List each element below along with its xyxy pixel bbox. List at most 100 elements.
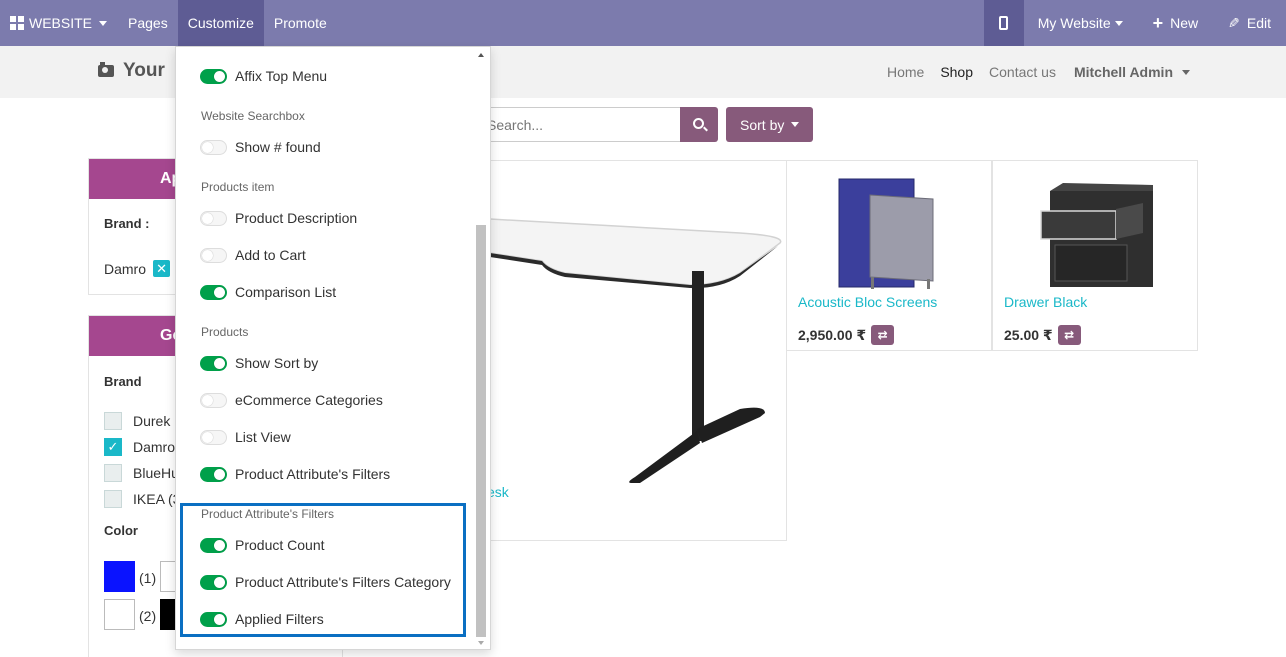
search-button[interactable] xyxy=(680,107,718,142)
option-label: Show Sort by xyxy=(235,355,319,371)
scrollbar-thumb[interactable] xyxy=(476,225,486,637)
brand-label: Durek ( xyxy=(133,413,179,429)
compare-icon[interactable]: ⇄ xyxy=(1057,325,1081,345)
product-name[interactable]: Acoustic Bloc Screens xyxy=(798,294,937,310)
nav-contact[interactable]: Contact us xyxy=(981,64,1064,80)
brand-label: IKEA (3 xyxy=(133,491,181,507)
customize-menu[interactable]: Customize xyxy=(177,0,264,46)
price-value: 2,950.00 ₹ xyxy=(798,326,867,343)
toggle-switch[interactable] xyxy=(200,574,227,590)
sort-by-button[interactable]: Sort by xyxy=(726,107,813,142)
applied-brand-label: Brand : xyxy=(104,216,150,231)
toggle-switch[interactable] xyxy=(200,537,227,553)
option-show-sort-by[interactable]: Show Sort by xyxy=(200,355,318,371)
toggle-switch[interactable] xyxy=(200,611,227,627)
product-price: 25.00 ₹ ⇄ xyxy=(1004,325,1081,345)
option-label: Show # found xyxy=(235,139,321,155)
mobile-preview-button[interactable] xyxy=(983,0,1024,46)
checkbox[interactable] xyxy=(104,490,122,508)
site-nav: Home Shop Contact us Mitchell Admin xyxy=(879,46,1190,98)
option-label: List View xyxy=(235,429,291,445)
option-label: Product Attribute's Filters Category xyxy=(235,574,451,590)
option-label: Add to Cart xyxy=(235,247,306,263)
promote-menu[interactable]: Promote xyxy=(264,0,337,46)
product-card[interactable]: Acoustic Bloc Screens 2,950.00 ₹ ⇄ xyxy=(786,160,992,351)
option-affix-top-menu[interactable]: Affix Top Menu xyxy=(200,68,327,84)
compare-icon[interactable]: ⇄ xyxy=(871,325,895,345)
brand-filter-bluehu[interactable]: BlueHu xyxy=(104,464,179,482)
checkbox-checked[interactable]: ✓ xyxy=(104,438,122,456)
toggle-switch[interactable] xyxy=(200,139,227,155)
apps-grid-icon xyxy=(10,16,24,30)
product-name[interactable]: Drawer Black xyxy=(1004,294,1087,310)
edit-button[interactable]: ✎ Edit xyxy=(1214,0,1286,46)
option-ecommerce-categories[interactable]: eCommerce Categories xyxy=(200,392,383,408)
color-swatch-white[interactable] xyxy=(104,599,135,630)
brand-filter-damro[interactable]: ✓ Damro xyxy=(104,438,175,456)
product-card[interactable]: esk xyxy=(487,160,787,541)
scroll-up-arrow-icon[interactable] xyxy=(478,53,484,57)
color-swatch-blue[interactable] xyxy=(104,561,135,592)
admin-topbar: WEBSITE Pages Customize Promote My Websi… xyxy=(0,0,1286,46)
sort-by-label: Sort by xyxy=(740,116,785,133)
chevron-down-icon xyxy=(791,122,800,127)
my-website-label: My Website xyxy=(1037,15,1111,31)
option-show-found[interactable]: Show # found xyxy=(200,139,321,155)
toggle-switch[interactable] xyxy=(200,429,227,445)
nav-home[interactable]: Home xyxy=(879,64,932,80)
checkbox[interactable] xyxy=(104,464,122,482)
product-card[interactable]: Drawer Black 25.00 ₹ ⇄ xyxy=(992,160,1198,351)
product-grid: esk Acoustic Bloc Screens 2,950.00 ₹ ⇄ D… xyxy=(487,160,1199,541)
toggle-switch[interactable] xyxy=(200,68,227,84)
option-product-description[interactable]: Product Description xyxy=(200,210,357,226)
dropdown-scrollbar[interactable] xyxy=(476,47,488,649)
price-value: 25.00 ₹ xyxy=(1004,326,1053,343)
brand-heading: Brand xyxy=(104,374,142,389)
pages-menu-label: Pages xyxy=(128,15,168,31)
option-label: eCommerce Categories xyxy=(235,392,383,408)
nav-shop[interactable]: Shop xyxy=(932,64,981,80)
toggle-switch[interactable] xyxy=(200,210,227,226)
option-list-view[interactable]: List View xyxy=(200,429,291,445)
toggle-switch[interactable] xyxy=(200,466,227,482)
option-label: Comparison List xyxy=(235,284,337,300)
option-product-attribute-filters[interactable]: Product Attribute's Filters xyxy=(200,466,390,482)
option-applied-filters[interactable]: Applied Filters xyxy=(200,611,324,627)
new-label: New xyxy=(1170,15,1199,31)
customize-menu-label: Customize xyxy=(187,15,254,31)
pencil-icon: ✎ xyxy=(1228,14,1240,31)
brand-label: Damro xyxy=(133,439,176,455)
toggle-switch[interactable] xyxy=(200,392,227,408)
logo-text: Your xyxy=(123,60,165,81)
chevron-down-icon xyxy=(1114,20,1123,26)
new-button[interactable]: + New xyxy=(1141,0,1215,46)
applied-filter-tag: Damro ✕ xyxy=(104,260,171,277)
section-header: Website Searchbox xyxy=(201,109,305,123)
website-menu[interactable]: WEBSITE xyxy=(0,0,117,46)
option-product-count[interactable]: Product Count xyxy=(200,537,325,553)
acoustic-screens-image xyxy=(838,178,934,289)
user-name: Mitchell Admin xyxy=(1073,64,1173,80)
drawer-black-image xyxy=(1040,183,1153,287)
customize-dropdown: Affix Top Menu Website Searchbox Show # … xyxy=(175,46,491,650)
brand-filter-ikea[interactable]: IKEA (3 xyxy=(104,490,180,508)
my-website-menu[interactable]: My Website xyxy=(1024,0,1141,46)
toggle-switch[interactable] xyxy=(200,247,227,263)
brand-filter-durek[interactable]: Durek ( xyxy=(104,412,179,430)
search-input[interactable] xyxy=(470,107,680,142)
pages-menu[interactable]: Pages xyxy=(117,0,178,46)
camera-icon xyxy=(98,62,114,77)
edit-label: Edit xyxy=(1246,15,1271,31)
checkbox[interactable] xyxy=(104,412,122,430)
option-comparison-list[interactable]: Comparison List xyxy=(200,284,336,300)
remove-filter-icon[interactable]: ✕ xyxy=(153,260,171,277)
search-icon xyxy=(692,118,704,129)
site-logo[interactable]: Your xyxy=(98,60,165,82)
option-add-to-cart[interactable]: Add to Cart xyxy=(200,247,306,263)
toggle-switch[interactable] xyxy=(200,355,227,371)
toggle-switch[interactable] xyxy=(200,284,227,300)
option-filters-category[interactable]: Product Attribute's Filters Category xyxy=(200,574,451,590)
chevron-down-icon xyxy=(1182,69,1190,75)
user-menu[interactable]: Mitchell Admin xyxy=(1064,64,1190,80)
scroll-down-arrow-icon[interactable] xyxy=(478,641,484,645)
